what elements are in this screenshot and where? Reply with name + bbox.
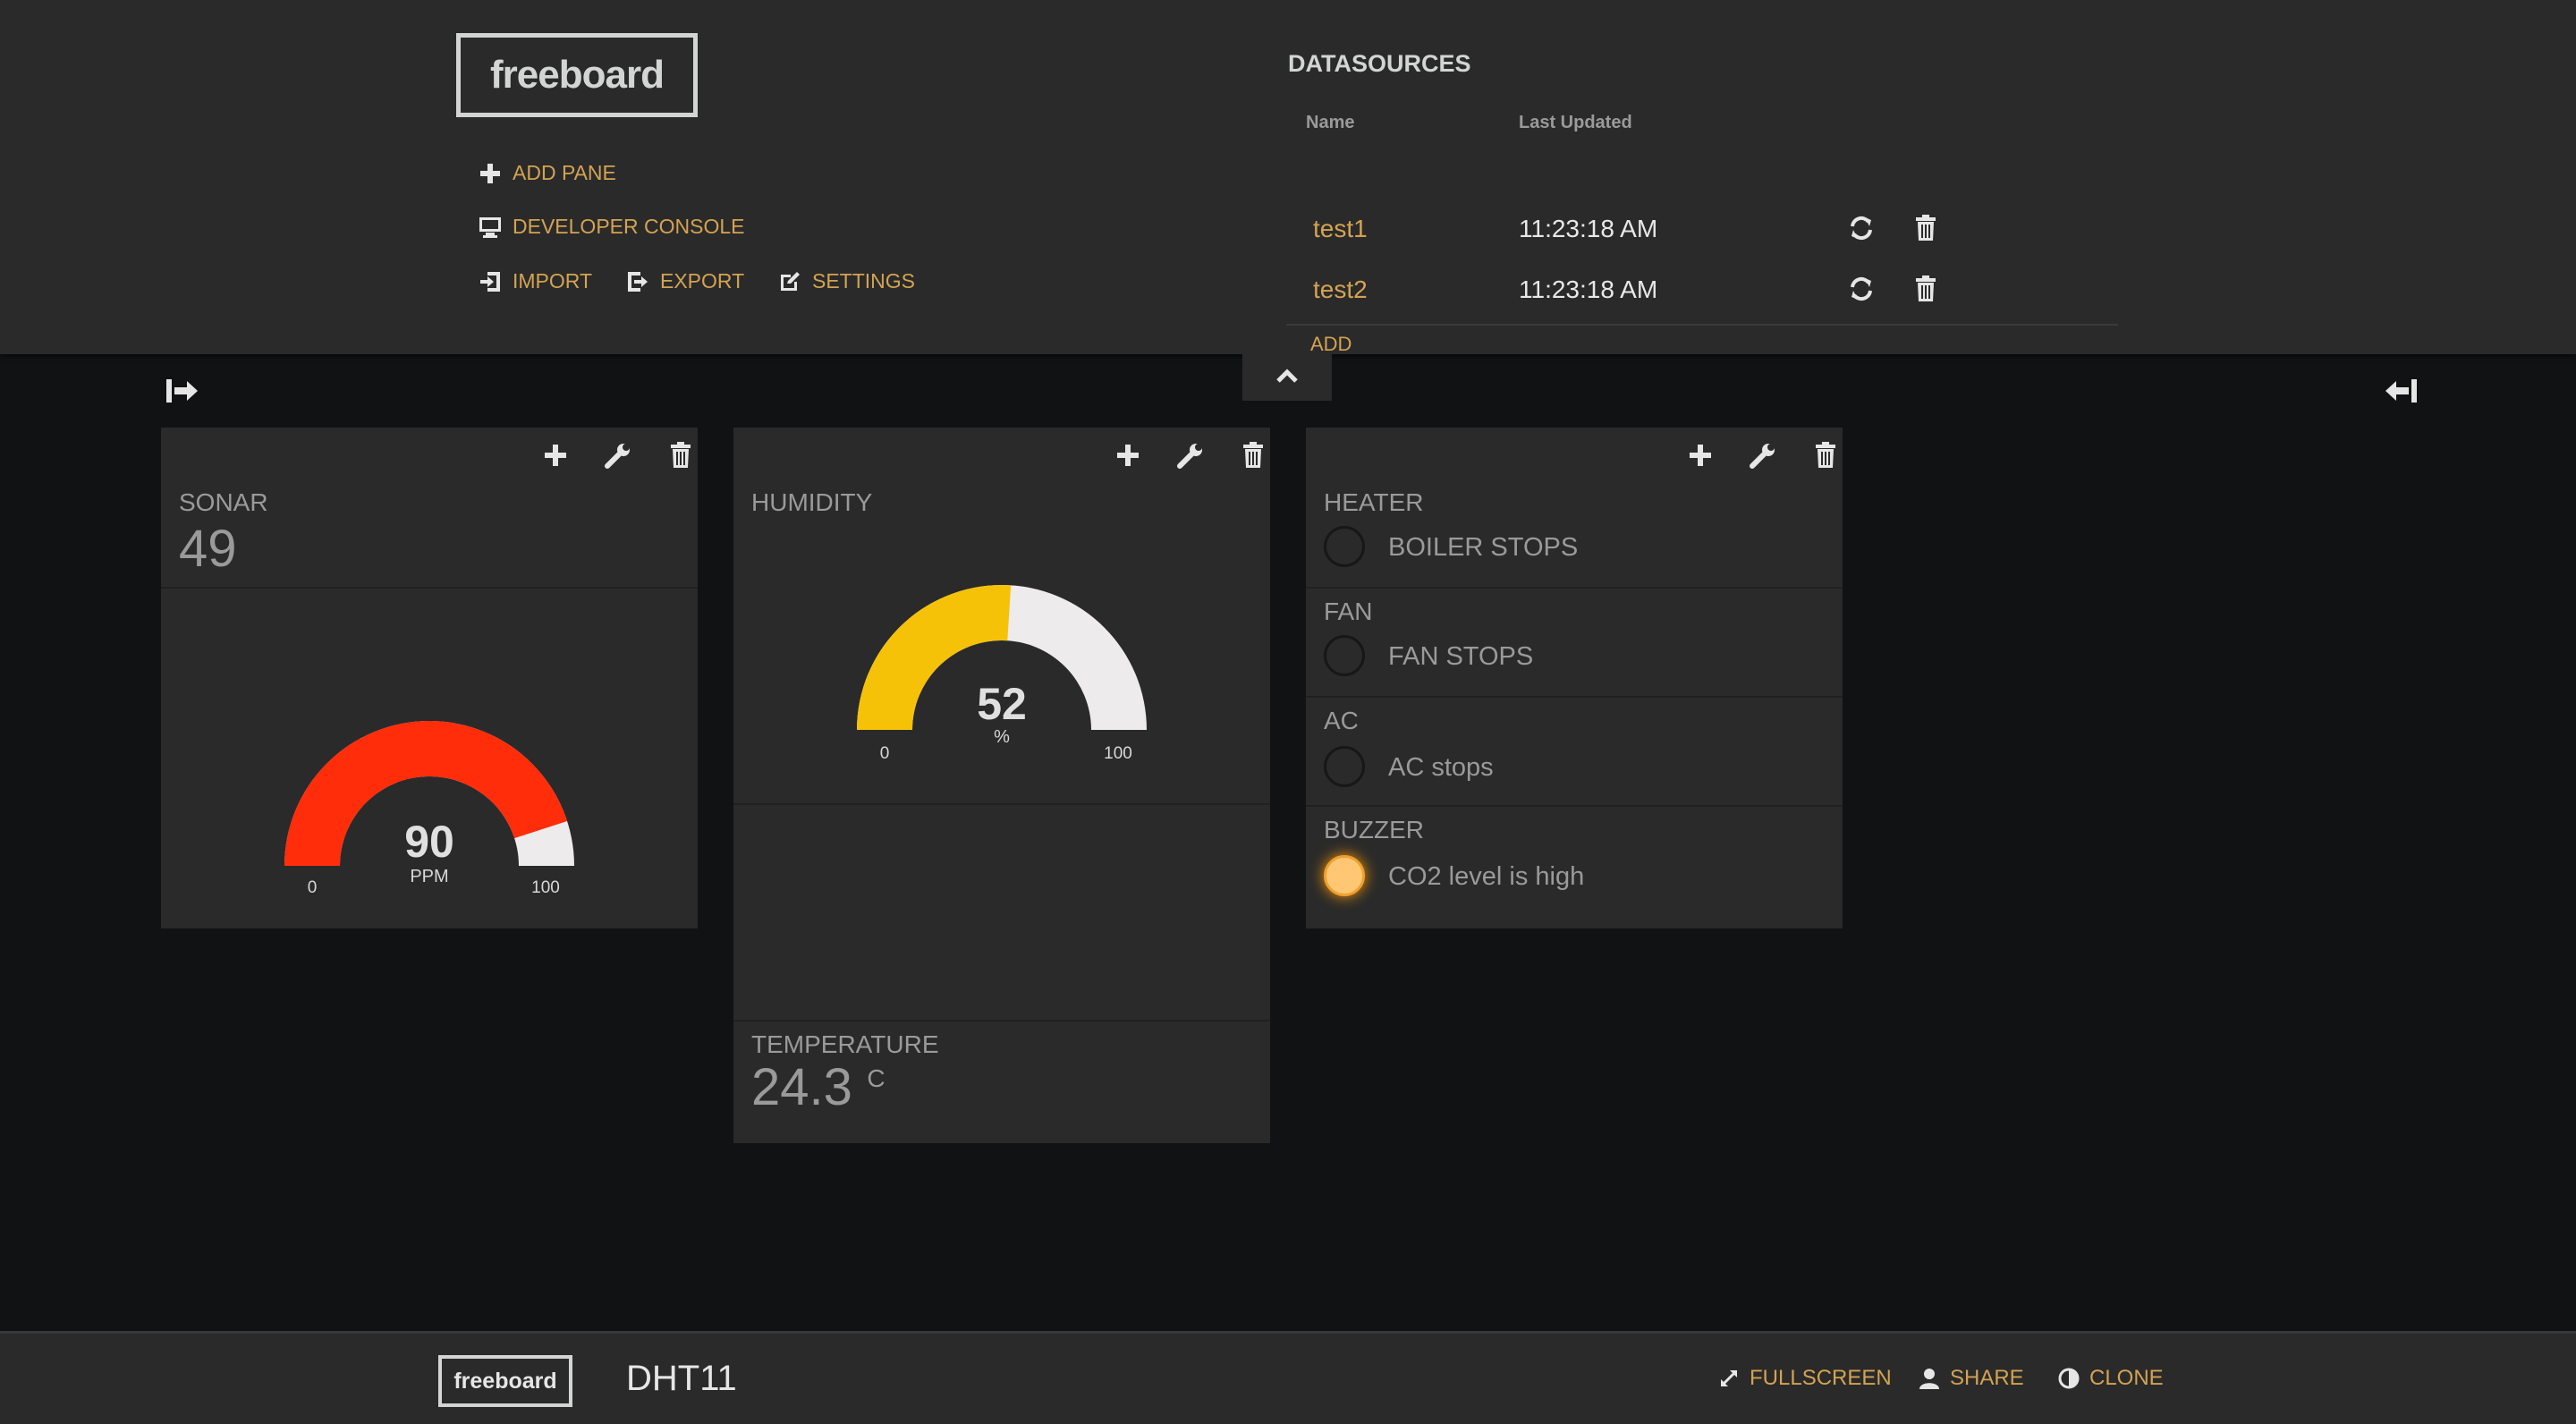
datasource-row: test1 11:23:18 AM: [1297, 206, 2120, 265]
user-icon: [1918, 1367, 1941, 1390]
pane-humidity: HUMIDITY 52 % 0 100 TEMPERATURE 24.3 C: [733, 428, 1270, 1143]
pane-toolbar: [1091, 428, 1270, 481]
humidity-gauge: 52 % 0 100: [857, 585, 1147, 763]
datasources-panel: DATASOURCES Name Last Updated test1 11:2…: [1286, 50, 2120, 355]
add-widget-icon[interactable]: [1113, 440, 1143, 470]
indicator-title-buzzer: BUZZER: [1324, 816, 1424, 843]
add-pane-button[interactable]: ADD PANE: [479, 161, 616, 185]
gauge-value: 52: [977, 679, 1027, 729]
developer-console-button[interactable]: DEVELOPER CONSOLE: [479, 215, 744, 239]
pane-toolbar: [1664, 428, 1843, 481]
indicator-title-heater: HEATER: [1324, 488, 1424, 516]
expand-columns-icon[interactable]: [165, 376, 200, 406]
add-datasource-button[interactable]: ADD: [1310, 333, 1352, 356]
widget-title-temperature: TEMPERATURE: [751, 1030, 939, 1058]
fullscreen-icon: [1717, 1367, 1741, 1390]
plus-icon: [479, 162, 502, 185]
indicator-title-fan: FAN: [1324, 598, 1373, 625]
datasource-name-link[interactable]: test1: [1313, 215, 1368, 243]
wrench-icon[interactable]: [603, 440, 633, 470]
widget-divider: [1306, 696, 1843, 698]
toggle-header-button[interactable]: [1242, 354, 1332, 401]
board-name: DHT11: [626, 1359, 737, 1398]
trash-icon[interactable]: [1810, 440, 1841, 470]
freeboard-logo: freeboard: [456, 33, 698, 117]
add-pane-label: ADD PANE: [513, 161, 616, 184]
trash-icon[interactable]: [1912, 274, 1939, 304]
gauge-value: 90: [404, 817, 454, 867]
indicator-light: [1324, 746, 1365, 787]
share-button[interactable]: SHARE: [1918, 1366, 2024, 1391]
admin-bar: freeboard ADD PANE DEVELOPER CONSOLE IMP…: [0, 0, 2576, 355]
datasource-last-updated: 11:23:18 AM: [1519, 215, 1658, 242]
import-icon: [479, 270, 502, 293]
trash-icon[interactable]: [665, 440, 696, 470]
datasource-row: test2 11:23:18 AM: [1297, 267, 2120, 326]
indicator-text: BOILER STOPS: [1388, 533, 1579, 562]
trash-icon[interactable]: [1912, 213, 1939, 243]
pane-toolbar: [519, 428, 698, 481]
clone-label: CLONE: [2089, 1366, 2164, 1390]
datasource-last-updated: 11:23:18 AM: [1519, 275, 1658, 303]
gauge-min-label: 0: [308, 878, 318, 893]
indicator-title-ac: AC: [1324, 707, 1359, 734]
pane-indicators: HEATER BOILER STOPS FAN FAN STOPS AC AC …: [1306, 428, 1843, 928]
indicator-text: AC stops: [1388, 753, 1494, 782]
indicator-light: [1324, 855, 1365, 896]
datasources-title: DATASOURCES: [1288, 50, 1471, 77]
column-header-last-updated: Last Updated: [1519, 113, 1632, 132]
temperature-value: 24.3: [751, 1058, 852, 1116]
collapse-columns-icon[interactable]: [2383, 376, 2419, 406]
temperature-units: C: [867, 1064, 886, 1092]
indicator-light: [1324, 635, 1365, 676]
datasources-divider: [1286, 324, 2118, 326]
widget-divider: [1306, 805, 1843, 807]
indicator-light: [1324, 526, 1365, 567]
indicator-text: FAN STOPS: [1388, 642, 1534, 671]
widget-title-sonar: SONAR: [179, 488, 268, 516]
widget-divider: [733, 803, 1270, 805]
edit-icon: [778, 270, 801, 293]
import-button[interactable]: IMPORT: [479, 269, 592, 293]
sonar-value: 49: [179, 520, 237, 578]
chevron-up-icon: [1276, 369, 1298, 383]
fullscreen-label: FULLSCREEN: [1750, 1366, 1892, 1390]
import-label: IMPORT: [513, 269, 593, 292]
contrast-icon: [2057, 1367, 2080, 1390]
gauge-min-label: 0: [880, 744, 890, 763]
trash-icon[interactable]: [1238, 440, 1268, 470]
share-label: SHARE: [1950, 1366, 2024, 1390]
widget-divider: [1306, 587, 1843, 589]
widget-title-humidity: HUMIDITY: [751, 488, 873, 516]
clone-button[interactable]: CLONE: [2057, 1366, 2164, 1391]
settings-label: SETTINGS: [812, 269, 916, 292]
gauge-max-label: 100: [1104, 744, 1132, 763]
gauge-units: %: [994, 727, 1010, 747]
wrench-icon[interactable]: [1175, 440, 1206, 470]
column-header-name: Name: [1306, 113, 1355, 132]
widget-divider: [161, 587, 698, 589]
pane-sonar: SONAR 49 90 PPM 0 100: [161, 428, 698, 928]
export-label: EXPORT: [660, 269, 745, 292]
fullscreen-button[interactable]: FULLSCREEN: [1717, 1366, 1892, 1391]
footer-bar: freeboard DHT11 FULLSCREEN SHARE CLONE: [0, 1331, 2576, 1424]
settings-button[interactable]: SETTINGS: [778, 269, 915, 293]
gauge-max-label: 100: [531, 878, 560, 893]
widget-divider: [733, 1020, 1270, 1021]
refresh-icon[interactable]: [1848, 274, 1875, 304]
export-button[interactable]: EXPORT: [626, 269, 744, 293]
indicator-text: CO2 level is high: [1388, 862, 1585, 891]
refresh-icon[interactable]: [1848, 213, 1875, 243]
gauge-units: PPM: [410, 867, 448, 886]
footer-logo: freeboard: [438, 1355, 572, 1407]
developer-console-label: DEVELOPER CONSOLE: [513, 215, 745, 238]
datasource-name-link[interactable]: test2: [1313, 275, 1368, 304]
temperature-readout: 24.3 C: [751, 1057, 886, 1117]
export-icon: [626, 270, 649, 293]
add-widget-icon[interactable]: [540, 440, 571, 470]
monitor-icon: [479, 216, 502, 239]
add-widget-icon[interactable]: [1685, 440, 1716, 470]
wrench-icon[interactable]: [1748, 440, 1778, 470]
ppm-gauge: 90 PPM 0 100: [284, 721, 574, 893]
